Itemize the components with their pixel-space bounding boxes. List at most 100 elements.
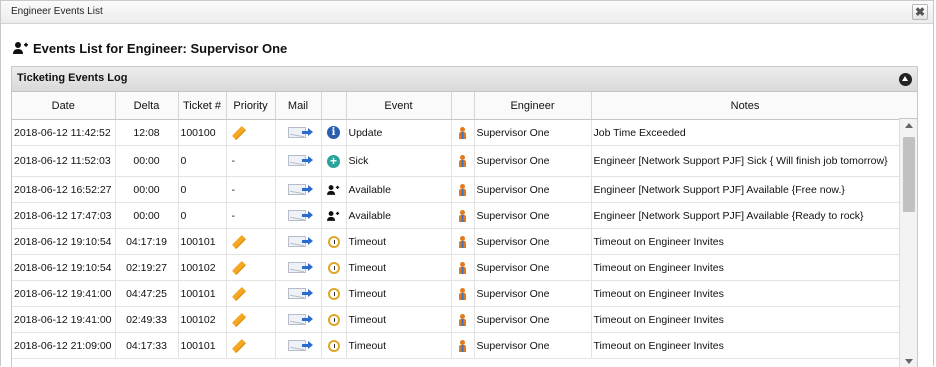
cell-event-icon: [321, 254, 347, 281]
cell-notes: Timeout on Engineer Invites: [591, 280, 900, 307]
mail-forward-icon[interactable]: [287, 261, 314, 275]
cell-priority: [226, 332, 276, 359]
cell-ticket[interactable]: 100101: [178, 332, 227, 359]
table-row[interactable]: 2018-06-12 17:47:03 00:00 0- Available Super…: [12, 202, 900, 229]
cell-ticket[interactable]: 100100: [178, 119, 227, 146]
cell-mail[interactable]: [275, 119, 322, 146]
dialog-titlebar[interactable]: Engineer Events List ✖: [1, 1, 933, 24]
pencil-icon: [231, 312, 246, 327]
mail-forward-icon[interactable]: [287, 154, 314, 168]
table-row[interactable]: 2018-06-12 11:52:03 00:00 0- + Sick Superviso…: [12, 145, 900, 177]
vertical-scrollbar[interactable]: [899, 119, 917, 367]
cell-engineer-icon: [451, 332, 475, 359]
cell-priority: [226, 306, 276, 333]
cell-delta: 04:47:25: [115, 280, 179, 307]
engineer-person-icon: [458, 126, 468, 139]
scrollbar-thumb[interactable]: [903, 137, 915, 212]
cell-mail[interactable]: [275, 176, 322, 203]
cell-mail[interactable]: [275, 145, 322, 177]
cell-event-icon: i: [321, 119, 347, 146]
panel-title: Ticketing Events Log: [17, 72, 128, 84]
cell-event: Timeout: [346, 280, 452, 307]
cell-event: Timeout: [346, 332, 452, 359]
cell-mail[interactable]: [275, 228, 322, 255]
cell-ticket[interactable]: 100102: [178, 254, 227, 281]
engineer-person-icon: [458, 313, 468, 326]
cell-notes: Timeout on Engineer Invites: [591, 228, 900, 255]
cell-event-icon: [321, 228, 347, 255]
table-row[interactable]: 2018-06-12 19:41:00 02:49:33 100102 Timeout…: [12, 306, 900, 333]
cell-ticket[interactable]: 100101: [178, 280, 227, 307]
cell-engineer-icon: [451, 306, 475, 333]
cell-mail[interactable]: [275, 254, 322, 281]
cell-engineer-icon: [451, 254, 475, 281]
collapse-panel-button[interactable]: [899, 73, 912, 86]
table-row[interactable]: 2018-06-12 19:10:54 02:19:27 100102 Timeout…: [12, 254, 900, 281]
scroll-down-arrow[interactable]: [905, 359, 913, 364]
cell-date: 2018-06-12 11:42:52: [12, 119, 116, 146]
cell-event: Update: [346, 119, 452, 146]
column-header-event-icon[interactable]: [321, 92, 347, 120]
cell-delta: 04:17:19: [115, 228, 179, 255]
user-add-icon: [327, 210, 340, 221]
cell-date: 2018-06-12 19:10:54: [12, 254, 116, 281]
engineer-person-icon: [458, 183, 468, 196]
cell-ticket[interactable]: 100102: [178, 306, 227, 333]
cell-delta: 00:00: [115, 202, 179, 229]
cell-priority: -: [226, 145, 276, 177]
close-button[interactable]: ✖: [912, 4, 928, 20]
column-header-priority[interactable]: Priority: [226, 92, 276, 120]
cell-priority: [226, 228, 276, 255]
cell-engineer-icon: [451, 202, 475, 229]
cell-mail[interactable]: [275, 332, 322, 359]
cell-engineer-icon: [451, 280, 475, 307]
engineer-person-icon: [458, 287, 468, 300]
mail-forward-icon[interactable]: [287, 313, 314, 327]
cell-notes: Engineer [Network Support PJF] Sick { Wi…: [591, 145, 900, 177]
table-row[interactable]: 2018-06-12 21:09:00 04:17:33 100101 Timeout…: [12, 332, 900, 359]
mail-forward-icon[interactable]: [287, 287, 314, 301]
user-add-icon: [13, 42, 28, 54]
mail-forward-icon[interactable]: [287, 183, 314, 197]
info-icon: i: [327, 126, 340, 139]
cell-ticket[interactable]: 0: [178, 176, 227, 203]
cell-engineer-icon: [451, 119, 475, 146]
clock-icon: [327, 261, 340, 274]
clock-icon: [327, 287, 340, 300]
plus-circle-icon: +: [327, 154, 340, 168]
scroll-up-arrow[interactable]: [905, 123, 913, 128]
cell-ticket[interactable]: 0: [178, 202, 227, 229]
page-title: Events List for Engineer: Supervisor One: [33, 40, 288, 56]
table-row[interactable]: 2018-06-12 11:42:52 12:08 100100 i Update Sup…: [12, 119, 900, 146]
clock-icon: [327, 313, 340, 326]
column-header-engineer-icon[interactable]: [451, 92, 475, 120]
cell-delta: 00:00: [115, 176, 179, 203]
pencil-icon: [231, 260, 246, 275]
cell-ticket[interactable]: 100101: [178, 228, 227, 255]
table-row[interactable]: 2018-06-12 19:41:00 04:47:25 100101 Timeout…: [12, 280, 900, 307]
cell-mail[interactable]: [275, 202, 322, 229]
mail-forward-icon[interactable]: [287, 209, 314, 223]
cell-date: 2018-06-12 19:10:54: [12, 228, 116, 255]
cell-priority: -: [226, 176, 276, 203]
column-header-engineer[interactable]: Engineer: [474, 92, 592, 120]
cell-mail[interactable]: [275, 280, 322, 307]
cell-priority: -: [226, 202, 276, 229]
column-header-mail[interactable]: Mail: [275, 92, 322, 120]
column-header-ticket[interactable]: Ticket #: [178, 92, 227, 120]
mail-forward-icon[interactable]: [287, 339, 314, 353]
panel-header: Ticketing Events Log: [12, 67, 917, 92]
table-row[interactable]: 2018-06-12 16:52:27 00:00 0- Available Super…: [12, 176, 900, 203]
column-header-event[interactable]: Event: [346, 92, 452, 120]
engineer-person-icon: [458, 209, 468, 222]
cell-ticket[interactable]: 0: [178, 145, 227, 177]
cell-mail[interactable]: [275, 306, 322, 333]
column-header-notes[interactable]: Notes: [591, 92, 900, 120]
column-header-date[interactable]: Date: [12, 92, 116, 120]
mail-forward-icon[interactable]: [287, 235, 314, 249]
column-header-delta[interactable]: Delta: [115, 92, 179, 120]
table-row[interactable]: 2018-06-12 19:10:54 04:17:19 100101 Timeout…: [12, 228, 900, 255]
priority-text: -: [231, 155, 236, 167]
cell-delta: 00:00: [115, 145, 179, 177]
mail-forward-icon[interactable]: [287, 126, 314, 140]
